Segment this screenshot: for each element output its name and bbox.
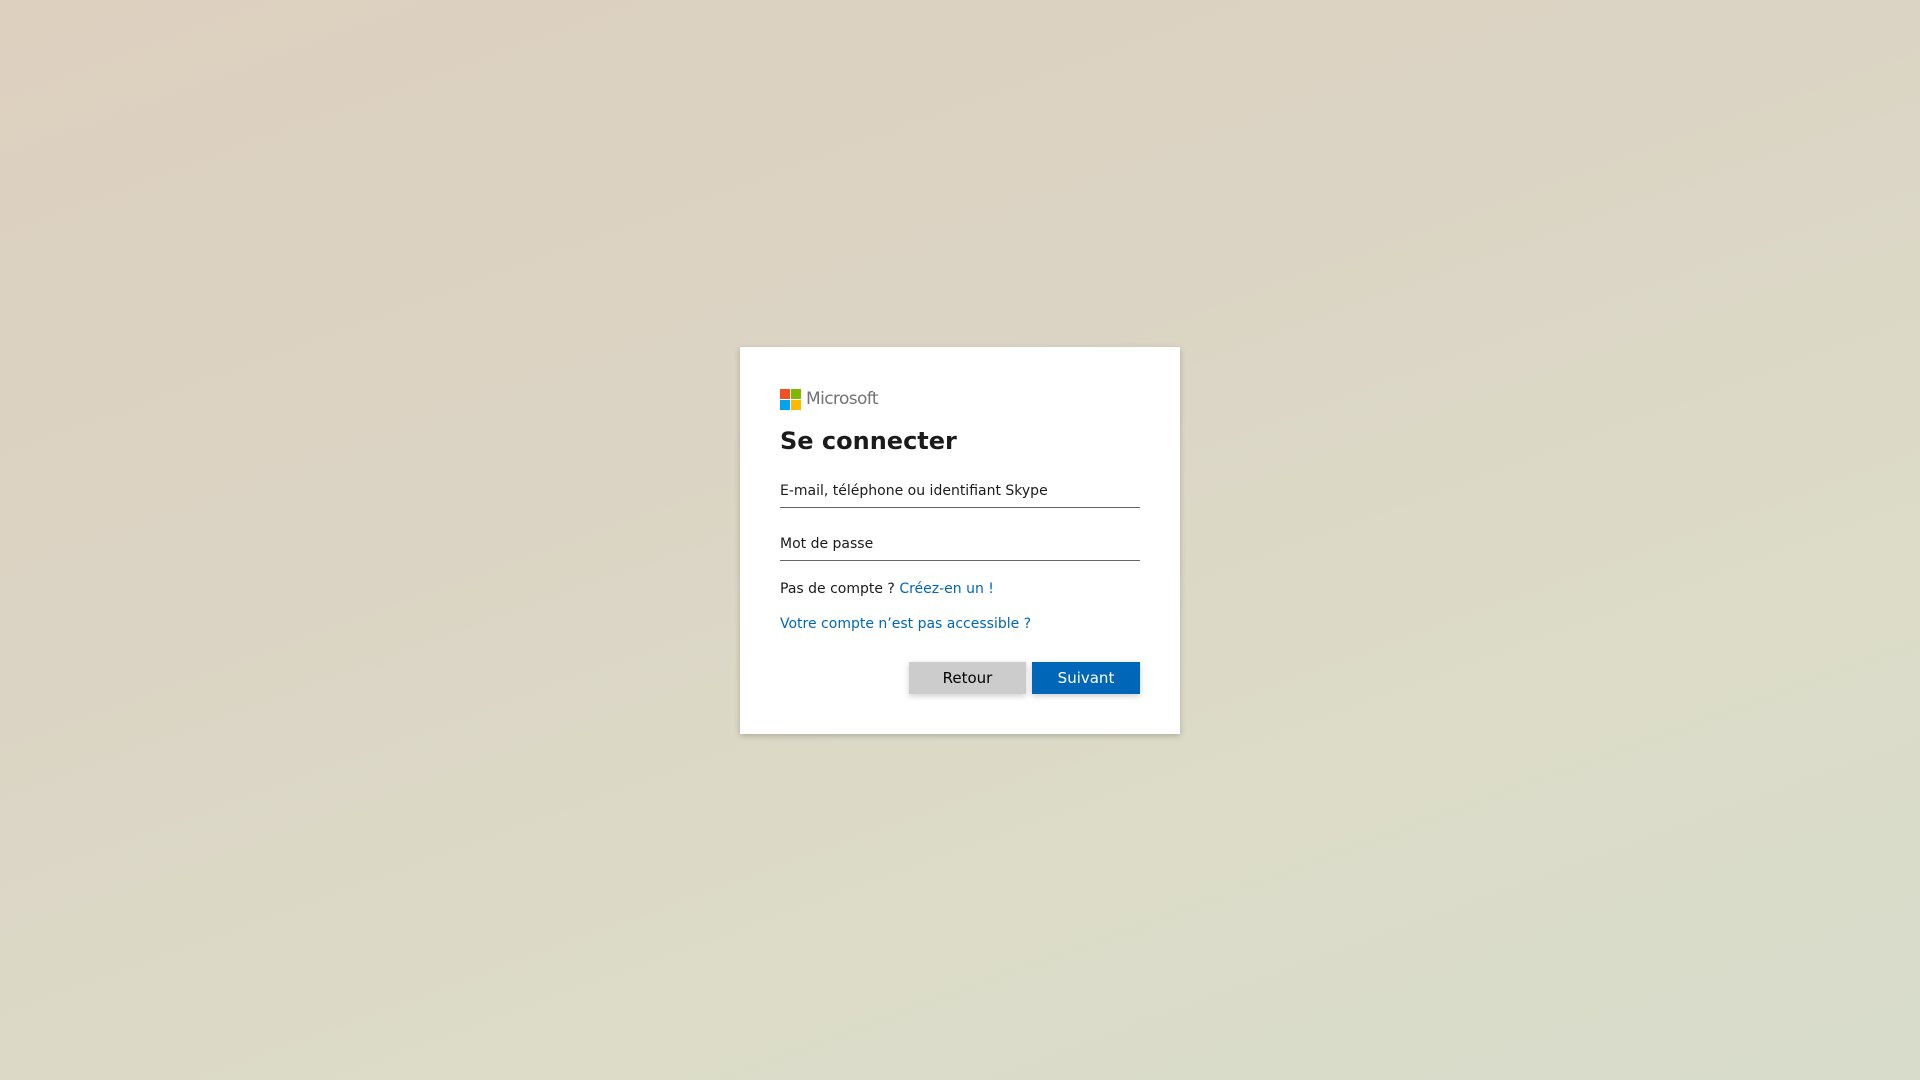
- microsoft-logo: Microsoft: [780, 387, 1140, 411]
- signin-card: Microsoft Se connecter Pas de compte ? C…: [740, 347, 1180, 734]
- next-button[interactable]: Suivant: [1032, 662, 1140, 694]
- logo-square-green: [791, 388, 801, 399]
- button-row: Retour Suivant: [909, 662, 1140, 694]
- create-account-link[interactable]: Créez-en un !: [899, 581, 994, 597]
- no-account-row: Pas de compte ? Créez-en un !: [780, 581, 1140, 597]
- logo-text: Microsoft: [806, 389, 879, 409]
- logo-square-yellow: [791, 399, 801, 410]
- back-button[interactable]: Retour: [909, 662, 1026, 694]
- account-inaccessible-row: Votre compte n’est pas accessible ?: [780, 616, 1140, 632]
- page-title: Se connecter: [780, 427, 957, 455]
- password-field[interactable]: [780, 536, 1140, 561]
- no-account-text: Pas de compte ?: [780, 581, 895, 597]
- logo-square-blue: [780, 399, 790, 410]
- microsoft-logo-icon: [780, 388, 801, 410]
- logo-square-red: [780, 388, 790, 399]
- email-field[interactable]: [780, 483, 1140, 508]
- account-inaccessible-link[interactable]: Votre compte n’est pas accessible ?: [780, 616, 1031, 632]
